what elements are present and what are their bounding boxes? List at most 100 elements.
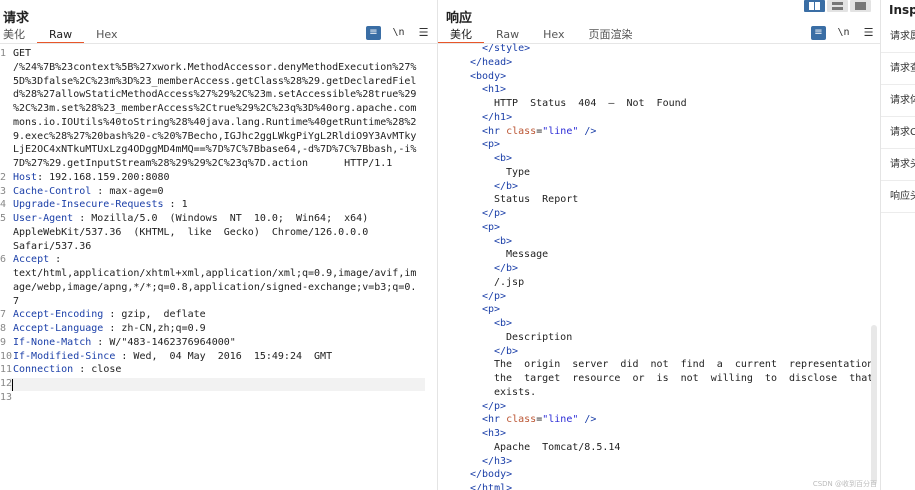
line-number: 12 — [0, 378, 13, 389]
response-line: Description — [446, 331, 880, 345]
html-tag: <p> — [482, 221, 501, 233]
line-number: 11 — [0, 364, 13, 376]
response-line: HTTP Status 404 – Not Found — [446, 97, 880, 111]
header-separator: : — [163, 199, 182, 211]
html-text: Type — [506, 166, 531, 178]
html-text: HTTP Status 404 – Not Found — [494, 98, 687, 109]
line-number: 4 — [0, 199, 7, 211]
response-scrollbar[interactable] — [871, 325, 877, 485]
line-number: 10 — [0, 350, 13, 362]
response-line: </p> — [446, 290, 880, 304]
header-line: If-Modified-Since : Wed, 04 May 2016 15:… — [13, 350, 332, 364]
inspector-title: Insp — [889, 3, 915, 17]
header-value: close — [91, 364, 122, 376]
header-name: If-None-Match — [13, 336, 92, 348]
html-tag: <p> — [482, 304, 501, 316]
html-tag: <body> — [470, 70, 507, 82]
response-line: </p> — [446, 207, 880, 221]
response-viewer[interactable]: </style> </head> <body> <h1> HTTP Status 404… — [446, 42, 880, 490]
newline-icon[interactable]: \n — [391, 26, 406, 40]
html-tag-end: /> — [578, 414, 597, 426]
newline-icon[interactable]: \n — [836, 26, 851, 40]
inspector-item[interactable]: 请求头 — [881, 150, 915, 181]
line-number: 8 — [0, 323, 7, 334]
response-line: <h1> — [446, 83, 880, 97]
header-value: zh-CN,zh;q=0.9 — [121, 323, 206, 334]
line-text: text/html,application/xhtml+xml,applicat… — [13, 268, 417, 279]
html-tag-end: /> — [578, 125, 597, 137]
html-tag: </b> — [494, 180, 519, 192]
html-attribute-value: "line" — [542, 125, 579, 137]
html-text: Message — [506, 249, 549, 261]
header-separator: : — [91, 336, 110, 348]
header-name: Accept — [13, 254, 50, 266]
html-tag: </body> — [470, 469, 513, 481]
html-tag: </p> — [482, 400, 507, 412]
line-text: age/webp,image/apng,*/*;q=0.8,applicatio… — [13, 281, 417, 293]
html-text: exists. — [494, 386, 537, 398]
line-number: 2 — [0, 171, 7, 183]
line-text: %2C%23m.set%28%23_memberAccess%2Ctrue%29… — [13, 103, 417, 114]
inspector-item[interactable]: 请求属 — [881, 22, 915, 53]
response-line: <p> — [446, 138, 880, 152]
response-line: <b> — [446, 235, 880, 249]
wrap-icon[interactable]: ≡ — [366, 26, 381, 40]
html-tag: <h1> — [482, 84, 507, 96]
inspector-item[interactable]: 响应头 — [881, 182, 915, 213]
html-tag: </b> — [494, 263, 519, 274]
line-text: AppleWebKit/537.36 (KHTML, like Gecko) C… — [13, 226, 369, 238]
header-line: Accept : — [13, 253, 61, 267]
menu-icon[interactable]: ☰ — [416, 26, 431, 40]
header-line: Upgrade-Insecure-Requests : 1 — [13, 198, 188, 212]
inspector-item[interactable]: 请求C — [881, 118, 915, 149]
header-name: Accept-Language — [13, 323, 104, 334]
header-separator: : — [73, 213, 92, 224]
text-caret — [12, 379, 13, 391]
response-line: <b> — [446, 152, 880, 166]
header-value: max-age=0 — [109, 185, 164, 197]
header-name: If-Modified-Since — [13, 350, 116, 362]
request-title: 请求 — [3, 11, 30, 26]
html-tag: </b> — [494, 345, 519, 357]
line-text: 5D%3Dfalse%2C%23m%3D%23_memberAccess.get… — [13, 75, 417, 87]
header-line: User-Agent : Mozilla/5.0 (Windows NT 10.… — [13, 212, 368, 226]
line-text: Safari/537.36 — [13, 240, 92, 252]
header-separator: : — [49, 254, 62, 266]
header-line: Cache-Control : max-age=0 — [13, 185, 164, 199]
request-tab-hex[interactable]: Hex — [84, 27, 129, 44]
response-line: </style> — [446, 42, 880, 56]
response-title: 响应 — [446, 11, 473, 26]
html-attribute-value: "line" — [542, 414, 579, 426]
request-tab-raw[interactable]: Raw — [37, 27, 85, 44]
menu-icon[interactable]: ☰ — [861, 26, 876, 40]
html-tag: </html> — [470, 483, 513, 490]
html-tag: </p> — [482, 208, 507, 219]
inspector-item[interactable]: 请求查 — [881, 54, 915, 85]
line-number: 9 — [0, 336, 7, 348]
inspector-pane: Insp 请求属 请求查 请求体 请求C 请求头 响应头 — [880, 0, 915, 490]
header-value: Mozilla/5.0 (Windows NT 10.0; Win64; x64… — [91, 213, 369, 224]
header-value: 192.168.159.200:8080 — [49, 171, 170, 183]
response-line: </p> — [446, 400, 880, 414]
line-text: GET — [13, 48, 32, 59]
header-line: Accept-Encoding : gzip, deflate — [13, 308, 206, 322]
request-tab-pretty[interactable]: 美化 — [0, 27, 37, 44]
split-horizontal-icon[interactable] — [804, 0, 825, 12]
html-tag: <b> — [494, 153, 513, 164]
response-line: /.jsp — [446, 276, 880, 290]
response-line: Apache Tomcat/8.5.14 — [446, 441, 880, 455]
response-toolbar: ≡ \n ☰ — [811, 26, 876, 40]
html-tag: <p> — [482, 139, 501, 151]
header-value: Wed, 04 May 2016 15:49:24 GMT — [133, 350, 333, 362]
line-text: LjE2OC4xNTkuMTUxLzg4ODggMD4mMQ==%7D%7C%7… — [13, 144, 417, 156]
single-view-icon[interactable] — [850, 0, 871, 12]
html-text: Status Report — [494, 194, 579, 206]
inspector-item[interactable]: 请求体 — [881, 86, 915, 117]
header-line: Connection : close — [13, 363, 121, 377]
response-line: <p> — [446, 303, 880, 317]
split-vertical-icon[interactable] — [827, 0, 848, 12]
header-value: 1 — [181, 199, 188, 211]
html-tag: <hr — [482, 414, 501, 426]
wrap-icon[interactable]: ≡ — [811, 26, 826, 40]
response-line: the target resource or is not willing to… — [446, 372, 880, 386]
